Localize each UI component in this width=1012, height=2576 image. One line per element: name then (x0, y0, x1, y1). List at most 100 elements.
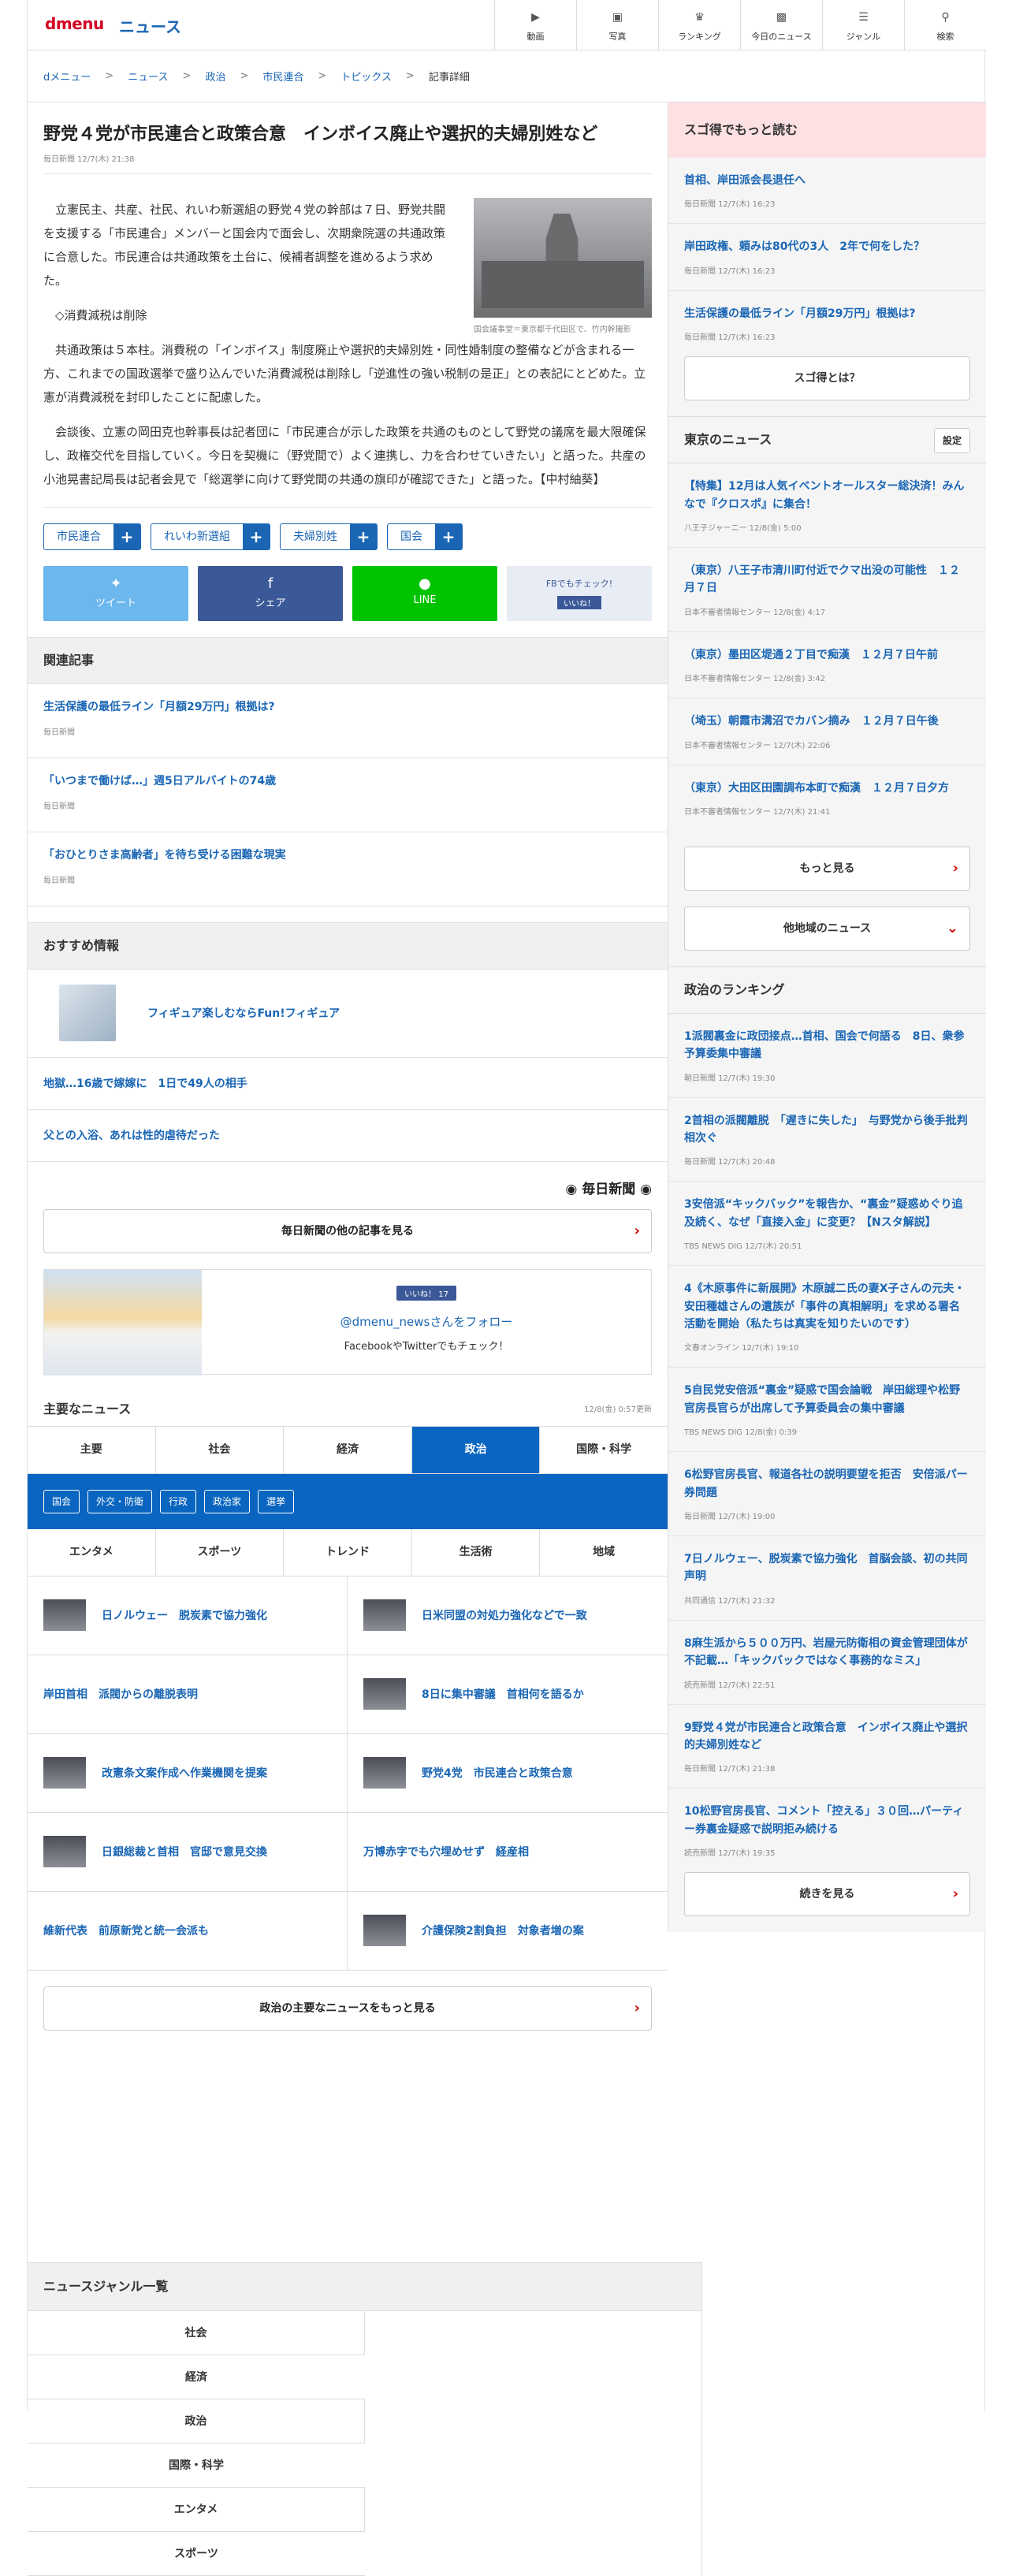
genre-sports[interactable]: スポーツ (28, 2532, 365, 2576)
news-item[interactable]: 岸田首相 派閥からの離脱表明 (28, 1655, 348, 1734)
sugotoku-title[interactable]: 首相、岸田派会長退任へ (684, 172, 970, 189)
tab-keizai[interactable]: 経済 (284, 1426, 412, 1473)
recommend-title[interactable]: フィギュア楽しむならFun!フィギュア (147, 1005, 340, 1021)
tab-trend[interactable]: トレンド (284, 1528, 412, 1576)
news-section-title[interactable]: ニュース (119, 14, 181, 37)
news-item[interactable]: 維新代表 前原新党と統一会派も (28, 1891, 348, 1971)
genre-entame[interactable]: エンタメ (28, 2488, 365, 2532)
related-item[interactable]: 「おひとりさま高齢者」を待ち受ける困難な現実 毎日新聞 (28, 832, 668, 906)
related-item[interactable]: 「いつまで働けば…」週5日アルバイトの74歳 毎日新聞 (28, 758, 668, 832)
dmenu-logo[interactable]: dmenu (45, 14, 104, 33)
tokyo-item[interactable]: （東京）大田区田園調布本町で痴漢 １２月７日夕方 日本不審者情報センター 12/7… (668, 765, 986, 831)
ranking-item[interactable]: 6松野官房長官、報道各社の説明要望を拒否 安倍派パー券問題 毎日新聞 12/7(木… (668, 1452, 986, 1536)
tokyo-title[interactable]: 【特集】12月は人気イベントオールスター総決済！みんなで『クロスポ』に集合！ (684, 478, 970, 513)
fb-like-count[interactable]: いいね！ 17 (396, 1285, 456, 1301)
recommend-title[interactable]: 地獄…16歳で嫁嫁に 1日で49人の相手 (43, 1075, 247, 1091)
tokyo-title[interactable]: （東京）墨田区堤通２丁目で痴漢 １２月７日午前 (684, 646, 970, 664)
sugotoku-item[interactable]: 岸田政権、頼みは80代の3人 2年で何をした？ 毎日新聞 12/7(木) 16:2… (668, 224, 986, 291)
ranking-item[interactable]: 4《木原事件に新展開》木原誠二氏の妻X子さんの元夫・安田種雄さんの遺族が「事件の… (668, 1266, 986, 1368)
ranking-title[interactable]: 派閥裏金に政団接点…首相、国会で何語る 8日、衆参予算委集中審議 (684, 1030, 965, 1060)
related-title[interactable]: 「いつまで働けば…」週5日アルバイトの74歳 (43, 772, 652, 788)
recommend-item[interactable]: 地獄…16歳で嫁嫁に 1日で49人の相手 (28, 1058, 668, 1110)
genre-kokusai[interactable]: 国際・科学 (28, 2444, 365, 2488)
news-item[interactable]: 野党4党 市民連合と政策合意 (348, 1734, 668, 1813)
ranking-item[interactable]: 9野党４党が市民連合と政策合意 インボイス廃止や選択的夫婦別姓など 毎日新聞 12… (668, 1704, 986, 1789)
genre-keizai[interactable]: 経済 (28, 2355, 365, 2399)
nav-photo[interactable]: ▣ 写真 (576, 0, 658, 50)
nav-genre[interactable]: ☰ ジャンル (822, 0, 904, 50)
ranking-item[interactable]: 10松野官房長官、コメント「控える」３０回…パーティー券裏金疑惑で説明拒み続ける… (668, 1789, 986, 1873)
genre-seiji[interactable]: 政治 (28, 2399, 365, 2444)
breadcrumb-topics[interactable]: トピックス (340, 69, 392, 84)
facebook-share-button[interactable]: f シェア (198, 565, 343, 621)
tag-reiwa[interactable]: れいわ新選組 + (151, 523, 270, 550)
tag-fufubessei[interactable]: 夫婦別姓 + (280, 523, 378, 550)
tokyo-more-button[interactable]: もっと見る › (684, 846, 970, 891)
news-title[interactable]: 8日に集中審議 首相何を語るか (422, 1686, 584, 1702)
subtag-senkyo[interactable]: 選挙 (258, 1489, 295, 1513)
plus-icon[interactable]: + (435, 523, 462, 549)
tokyo-title[interactable]: （東京）八王子市清川町付近でクマ出没の可能性 １２月７日 (684, 562, 970, 597)
ranking-item[interactable]: 1派閥裏金に政団接点…首相、国会で何語る 8日、衆参予算委集中審議 朝日新聞 12… (668, 1013, 986, 1098)
sugotoku-title[interactable]: 岸田政権、頼みは80代の3人 2年で何をした？ (684, 238, 970, 255)
line-share-button[interactable]: ● LINE (352, 565, 497, 621)
tweet-button[interactable]: ✦ ツイート (43, 565, 188, 621)
tab-sports[interactable]: スポーツ (156, 1528, 285, 1576)
ranking-item[interactable]: 5自民党安倍派“裏金”疑惑で国会論戦 岸田総理や松野官房長官らが出席して予算委員… (668, 1368, 986, 1453)
ranking-title[interactable]: 安倍派“キックバック”を報告か、“裏金”疑惑めぐり追及続く、なぜ「直接入金」に変… (684, 1198, 963, 1228)
tab-entame[interactable]: エンタメ (28, 1528, 156, 1576)
tab-seiji[interactable]: 政治 (411, 1426, 541, 1473)
tab-shakai[interactable]: 社会 (156, 1426, 285, 1473)
breadcrumb-dmenu[interactable]: dメニュー (43, 69, 91, 84)
ranking-title[interactable]: 《木原事件に新展開》木原誠二氏の妻X子さんの元夫・安田種雄さんの遺族が「事件の真… (684, 1282, 965, 1331)
more-mainichi-button[interactable]: 毎日新聞の他の記事を見る › (43, 1208, 652, 1253)
related-title[interactable]: 「おひとりさま高齢者」を待ち受ける困難な現実 (43, 847, 652, 862)
breadcrumb-politics[interactable]: 政治 (205, 69, 225, 84)
sugotoku-title[interactable]: 生活保護の最低ライン「月額29万円」根拠は? (684, 305, 970, 322)
recommend-title[interactable]: 父との入浴、あれは性的虐待だった (43, 1127, 220, 1143)
related-item[interactable]: 生活保護の最低ライン「月額29万円」根拠は? 毎日新聞 (28, 684, 668, 758)
ranking-title[interactable]: 松野官房長官、報道各社の説明要望を拒否 安倍派パー券問題 (684, 1469, 968, 1498)
subtag-gaiko[interactable]: 外交・防衛 (87, 1489, 153, 1513)
nav-video[interactable]: ▶ 動画 (494, 0, 576, 50)
news-item[interactable]: 介護保険2割負担 対象者増の案 (348, 1892, 668, 1971)
mainichi-logo[interactable]: ◉ 毎日新聞 ◉ (565, 1178, 652, 1197)
plus-icon[interactable]: + (243, 523, 270, 549)
tab-chiiki[interactable]: 地域 (540, 1529, 668, 1576)
tokyo-item[interactable]: 【特集】12月は人気イベントオールスター総決済！みんなで『クロスポ』に集合！ 八王… (668, 463, 986, 548)
ranking-title[interactable]: 日ノルウェー、脱炭素で協力強化 首脳会談、初の共同声明 (684, 1553, 968, 1583)
related-title[interactable]: 生活保護の最低ライン「月額29万円」根拠は? (43, 698, 652, 714)
news-title[interactable]: 岸田首相 派閥からの離脱表明 (43, 1686, 198, 1702)
plus-icon[interactable]: + (113, 523, 140, 549)
news-item[interactable]: 日銀総裁と首相 官邸で意見交換 (28, 1812, 348, 1892)
news-item[interactable]: 改憲条文案作成へ作業機関を提案 (28, 1733, 348, 1813)
news-item[interactable]: 万博赤字でも穴埋めせず 経産相 (348, 1813, 668, 1892)
ranking-item[interactable]: 8麻生派から５００万円、岩屋元防衛相の資金管理団体が不記載…「キックバックではな… (668, 1620, 986, 1705)
ranking-title[interactable]: 松野官房長官、コメント「控える」３０回…パーティー券裏金疑惑で説明拒み続ける (684, 1805, 963, 1835)
article-photo[interactable] (474, 197, 652, 318)
genre-shakai[interactable]: 社会 (28, 2311, 365, 2355)
tokyo-item[interactable]: （東京）八王子市清川町付近でクマ出没の可能性 １２月７日 日本不審者情報センター … (668, 547, 986, 632)
subtag-seijika[interactable]: 政治家 (204, 1489, 251, 1513)
tokyo-setting-button[interactable]: 設定 (933, 428, 970, 454)
tag-kokkai[interactable]: 国会 + (387, 523, 463, 550)
news-title[interactable]: 日ノルウェー 脱炭素で協力強化 (102, 1607, 267, 1623)
ranking-title[interactable]: 自民党安倍派“裏金”疑惑で国会論戦 岸田総理や松野官房長官らが出席して予算委員会… (684, 1384, 960, 1414)
news-item[interactable]: 日米同盟の対処力強化などで一致 (348, 1576, 668, 1655)
news-item[interactable]: 日ノルウェー 脱炭素で協力強化 (28, 1576, 348, 1655)
other-region-button[interactable]: 他地域のニュース ⌄ (684, 906, 970, 951)
recommend-item[interactable]: フィギュア楽しむならFun!フィギュア (28, 970, 668, 1058)
news-title[interactable]: 日米同盟の対処力強化などで一致 (422, 1607, 587, 1623)
breadcrumb-shimin[interactable]: 市民連合 (262, 69, 303, 84)
breadcrumb-news[interactable]: ニュース (128, 69, 168, 84)
subtag-gyosei[interactable]: 行政 (160, 1489, 197, 1513)
recommend-item[interactable]: 父との入浴、あれは性的虐待だった (28, 1110, 668, 1162)
sugotoku-about-button[interactable]: スゴ得とは？ (684, 356, 970, 401)
ranking-title[interactable]: 首相の派閥離脱 「遅きに失した」 与野党から後手批判相次ぐ (684, 1115, 968, 1145)
ranking-item[interactable]: 7日ノルウェー、脱炭素で協力強化 首脳会談、初の共同声明 共同通信 12/7(木)… (668, 1536, 986, 1621)
nav-today[interactable]: ▩ 今日のニュース (740, 0, 822, 50)
tab-kokusai[interactable]: 国際・科学 (540, 1427, 668, 1473)
tokyo-item[interactable]: （埼玉）朝霞市溝沼でカバン摘み １２月７日午後 日本不審者情報センター 12/7(… (668, 698, 986, 765)
tokyo-title[interactable]: （東京）大田区田園調布本町で痴漢 １２月７日夕方 (684, 780, 970, 797)
ranking-title[interactable]: 野党４党が市民連合と政策合意 インボイス廃止や選択的夫婦別姓など (684, 1722, 967, 1751)
